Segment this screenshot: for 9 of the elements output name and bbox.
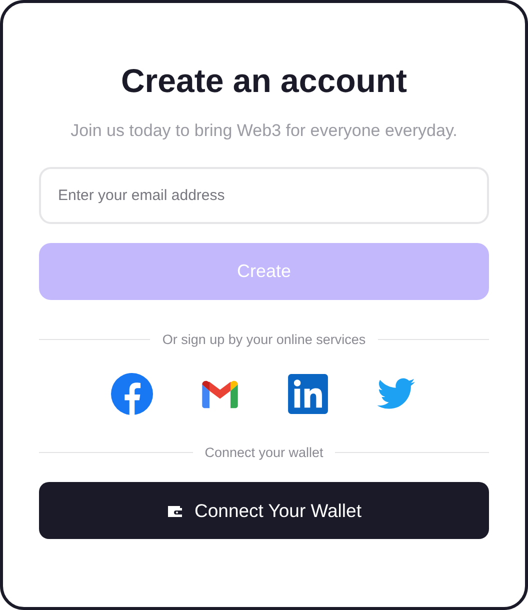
facebook-icon[interactable] — [111, 373, 153, 415]
linkedin-icon[interactable] — [287, 373, 329, 415]
page-title: Create an account — [120, 61, 408, 101]
subtitle: Join us today to bring Web3 for everyone everyday. — [70, 121, 458, 141]
email-field[interactable]: Enter your email address — [39, 167, 489, 224]
connect-wallet-button[interactable]: Connect Your Wallet — [39, 482, 489, 539]
wallet-icon — [166, 504, 183, 518]
divider-label: Connect your wallet — [204, 445, 324, 460]
divider-label: Or sign up by your online services — [162, 332, 366, 347]
